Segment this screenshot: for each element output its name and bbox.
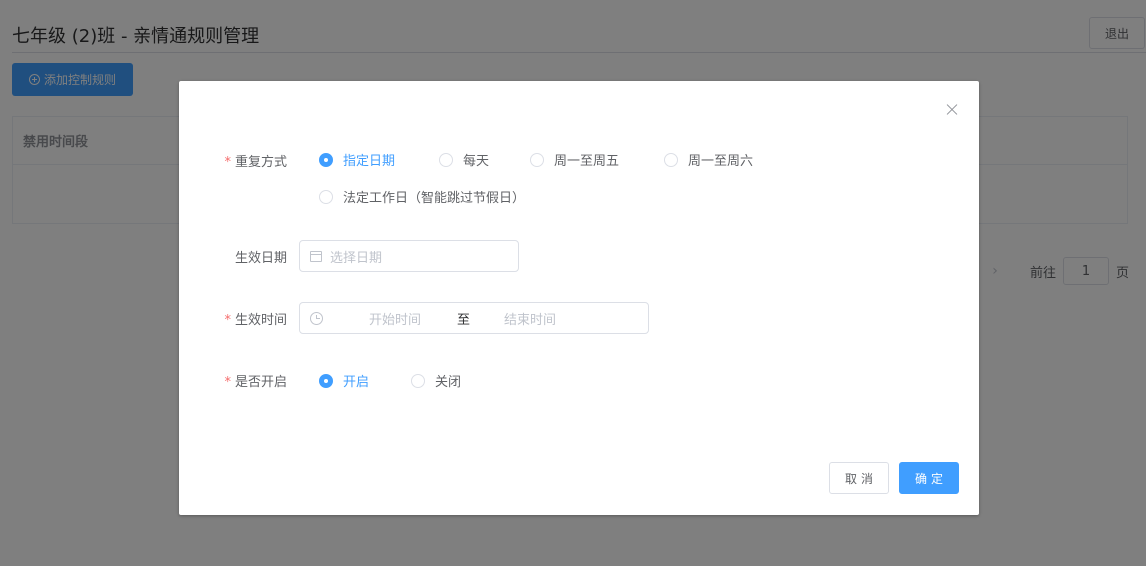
radio-dot	[530, 152, 544, 167]
clock-icon	[310, 311, 323, 325]
repeat-label: * 重复方式	[179, 151, 287, 170]
effective-time-label-text: 生效时间	[234, 313, 287, 328]
required-mark: *	[224, 313, 231, 328]
close-icon[interactable]	[943, 101, 961, 119]
enabled-label-text: 是否开启	[234, 375, 287, 390]
radio-dot	[439, 152, 453, 167]
radio-label: 法定工作日（智能跳过节假日）	[343, 191, 526, 206]
effective-time-range[interactable]: 开始时间 至 结束时间	[299, 302, 649, 334]
start-time-input[interactable]: 开始时间	[365, 309, 425, 328]
range-separator: 至	[457, 312, 471, 328]
radio-specified-date[interactable]: 指定日期	[319, 150, 395, 169]
effective-date-input[interactable]: 选择日期	[299, 240, 519, 272]
radio-enable-off[interactable]: 关闭	[411, 371, 461, 390]
radio-legal-workday[interactable]: 法定工作日（智能跳过节假日）	[319, 187, 525, 206]
confirm-button[interactable]: 确定	[899, 462, 959, 494]
radio-label: 周一至周六	[688, 154, 754, 169]
effective-time-label: * 生效时间	[179, 309, 287, 328]
date-placeholder: 选择日期	[330, 250, 383, 266]
cancel-button[interactable]: 取消	[829, 462, 889, 494]
repeat-label-text: 重复方式	[234, 155, 287, 170]
radio-label: 开启	[343, 375, 370, 390]
radio-dot	[319, 189, 333, 204]
radio-dot	[319, 152, 333, 167]
radio-mon-sat[interactable]: 周一至周六	[664, 150, 753, 169]
effective-date-label: 生效日期	[234, 251, 287, 266]
radio-enable-on[interactable]: 开启	[319, 371, 369, 390]
calendar-icon	[310, 250, 322, 262]
radio-every-day[interactable]: 每天	[439, 150, 489, 169]
add-rule-dialog: * 重复方式 指定日期 每天 周一至周五 周一至周六 法定工作日（智能跳过节假日）…	[179, 81, 979, 515]
radio-dot	[411, 373, 425, 388]
radio-mon-fri[interactable]: 周一至周五	[530, 150, 619, 169]
radio-label: 周一至周五	[554, 154, 620, 169]
radio-dot	[664, 152, 678, 167]
required-mark: *	[224, 155, 231, 170]
radio-dot	[319, 373, 333, 388]
end-time-input[interactable]: 结束时间	[500, 309, 560, 328]
required-mark: *	[224, 375, 231, 390]
enabled-label: * 是否开启	[179, 371, 287, 390]
radio-label: 指定日期	[343, 154, 396, 169]
radio-label: 关闭	[435, 375, 462, 390]
radio-label: 每天	[463, 154, 490, 169]
